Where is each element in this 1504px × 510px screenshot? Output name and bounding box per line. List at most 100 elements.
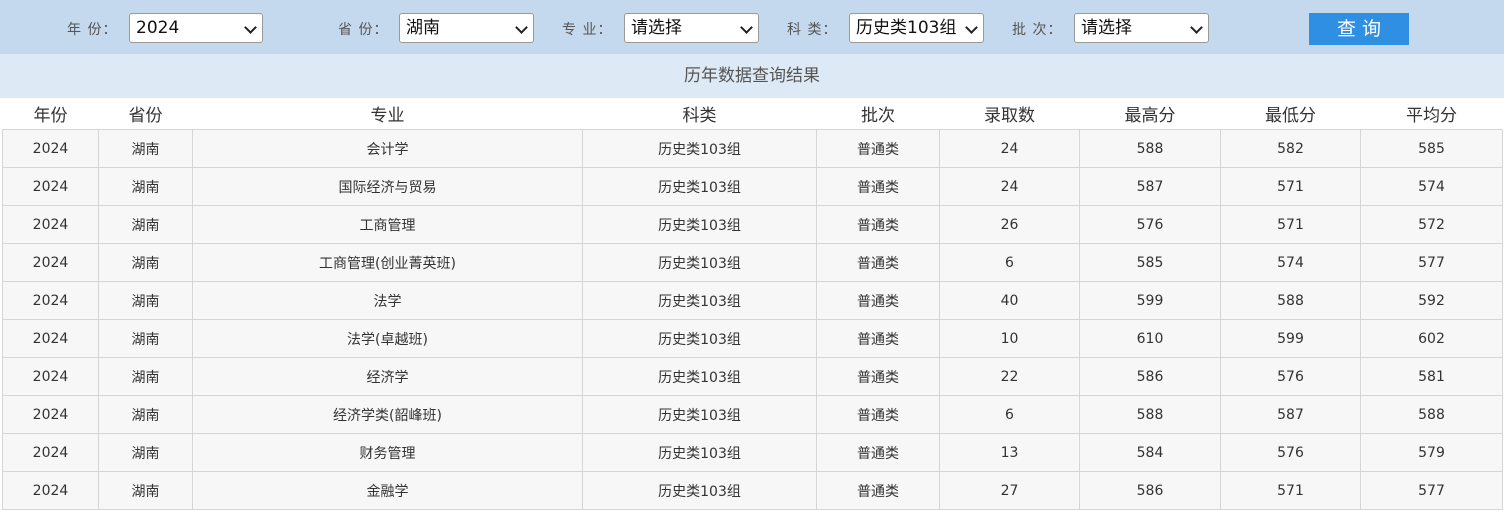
cell-major: 法学(卓越班) [192,319,583,358]
table-row: 2024 湖南 经济学类(韶峰班) 历史类103组 普通类 6 588 587 588 [2,395,1503,434]
cell-admitted: 13 [939,433,1080,472]
province-select[interactable]: 湖南 [399,13,534,43]
cell-avg-score: 602 [1360,319,1503,358]
cell-province: 湖南 [98,395,193,434]
cell-province: 湖南 [98,357,193,396]
cell-admitted: 40 [939,281,1080,320]
cell-province: 湖南 [98,433,193,472]
cell-batch: 普通类 [816,319,940,358]
cell-max-score: 588 [1079,129,1221,168]
cell-year: 2024 [2,205,99,244]
cell-min-score: 588 [1220,281,1361,320]
cell-avg-score: 579 [1360,433,1503,472]
table-row: 2024 湖南 法学(卓越班) 历史类103组 普通类 10 610 599 602 [2,319,1503,358]
cell-max-score: 584 [1079,433,1221,472]
cell-min-score: 599 [1220,319,1361,358]
table-header-row: 年份 省份 专业 科类 批次 录取数 最高分 最低分 平均分 [2,98,1503,130]
cell-avg-score: 585 [1360,129,1503,168]
cell-batch: 普通类 [816,471,940,510]
cell-major: 工商管理(创业菁英班) [192,243,583,282]
col-header-major: 专业 [192,98,583,130]
cell-province: 湖南 [98,319,193,358]
cell-avg-score: 574 [1360,167,1503,206]
category-select-value: 历史类103组 [856,18,957,38]
cell-max-score: 599 [1079,281,1221,320]
cell-province: 湖南 [98,205,193,244]
table-row: 2024 湖南 法学 历史类103组 普通类 40 599 588 592 [2,281,1503,320]
cell-province: 湖南 [98,129,193,168]
cell-province: 湖南 [98,167,193,206]
table-row: 2024 湖南 金融学 历史类103组 普通类 27 586 571 577 [2,471,1503,510]
result-title: 历年数据查询结果 [0,54,1504,98]
table-body: 2024 湖南 会计学 历史类103组 普通类 24 588 582 585 2024 湖南 国际经济… [2,129,1503,510]
table-row: 2024 湖南 国际经济与贸易 历史类103组 普通类 24 587 571 574 [2,167,1503,206]
cell-category: 历史类103组 [582,167,817,206]
cell-max-score: 588 [1079,395,1221,434]
cell-avg-score: 581 [1360,357,1503,396]
cell-province: 湖南 [98,281,193,320]
cell-admitted: 24 [939,167,1080,206]
cell-year: 2024 [2,433,99,472]
cell-max-score: 576 [1079,205,1221,244]
cell-major: 经济学 [192,357,583,396]
chevron-down-icon [244,21,257,34]
province-label: 省 份： [338,22,389,38]
cell-year: 2024 [2,129,99,168]
year-label: 年 份： [67,22,118,38]
cell-batch: 普通类 [816,395,940,434]
cell-major: 经济学类(韶峰班) [192,395,583,434]
cell-category: 历史类103组 [582,205,817,244]
query-button[interactable]: 查询 [1309,13,1409,45]
col-header-admitted: 录取数 [939,98,1080,130]
filter-bar: 年 份： 2024 省 份： 湖南 专 业： 请选择 科 类： 历史类103组 … [0,0,1504,54]
cell-province: 湖南 [98,243,193,282]
col-header-province: 省份 [98,98,193,130]
col-header-category: 科类 [582,98,817,130]
cell-major: 财务管理 [192,433,583,472]
cell-admitted: 27 [939,471,1080,510]
cell-admitted: 24 [939,129,1080,168]
cell-min-score: 576 [1220,357,1361,396]
year-select[interactable]: 2024 [129,13,263,43]
province-select-value: 湖南 [406,18,440,38]
table-row: 2024 湖南 财务管理 历史类103组 普通类 13 584 576 579 [2,433,1503,472]
cell-batch: 普通类 [816,433,940,472]
col-header-batch: 批次 [816,98,940,130]
major-select-value: 请选择 [631,18,682,38]
col-header-avg-score: 平均分 [1360,98,1503,130]
cell-category: 历史类103组 [582,319,817,358]
cell-major: 金融学 [192,471,583,510]
cell-year: 2024 [2,357,99,396]
cell-min-score: 576 [1220,433,1361,472]
chevron-down-icon [740,21,753,34]
cell-batch: 普通类 [816,129,940,168]
cell-category: 历史类103组 [582,129,817,168]
cell-year: 2024 [2,167,99,206]
cell-category: 历史类103组 [582,433,817,472]
cell-min-score: 574 [1220,243,1361,282]
major-label: 专 业： [562,22,613,38]
cell-category: 历史类103组 [582,357,817,396]
cell-province: 湖南 [98,471,193,510]
cell-year: 2024 [2,395,99,434]
cell-batch: 普通类 [816,167,940,206]
table-row: 2024 湖南 工商管理 历史类103组 普通类 26 576 571 572 [2,205,1503,244]
cell-admitted: 6 [939,243,1080,282]
cell-batch: 普通类 [816,243,940,282]
cell-admitted: 6 [939,395,1080,434]
batch-select[interactable]: 请选择 [1074,13,1209,43]
table-row: 2024 湖南 工商管理(创业菁英班) 历史类103组 普通类 6 585 574 577 [2,243,1503,282]
cell-min-score: 587 [1220,395,1361,434]
major-select[interactable]: 请选择 [624,13,759,43]
batch-label: 批 次： [1012,22,1063,38]
cell-avg-score: 577 [1360,471,1503,510]
table-row: 2024 湖南 经济学 历史类103组 普通类 22 586 576 581 [2,357,1503,396]
cell-max-score: 610 [1079,319,1221,358]
category-select[interactable]: 历史类103组 [849,13,984,43]
col-header-max-score: 最高分 [1079,98,1221,130]
cell-max-score: 586 [1079,357,1221,396]
year-select-value: 2024 [136,18,180,38]
cell-category: 历史类103组 [582,281,817,320]
cell-major: 国际经济与贸易 [192,167,583,206]
table-row: 2024 湖南 会计学 历史类103组 普通类 24 588 582 585 [2,129,1503,168]
